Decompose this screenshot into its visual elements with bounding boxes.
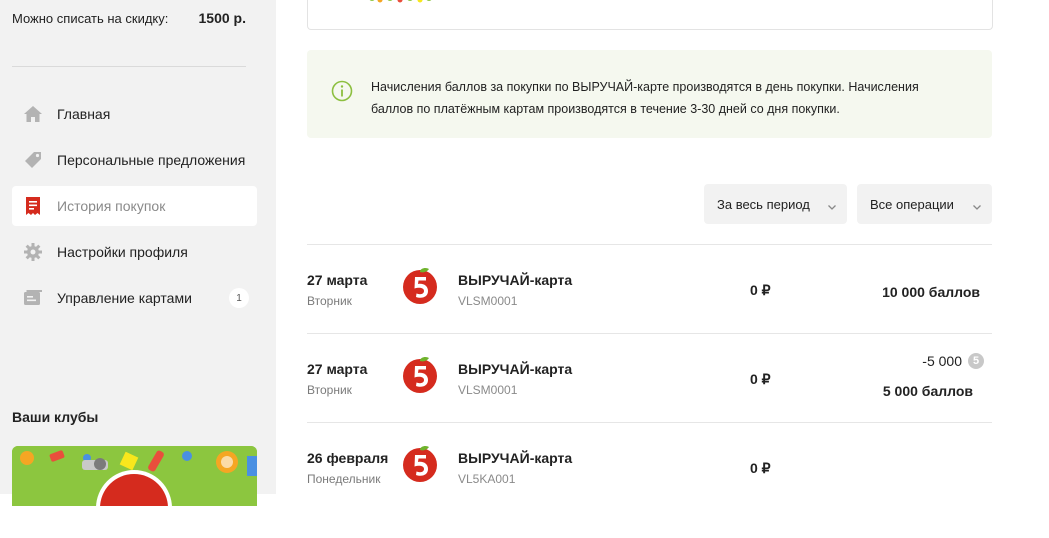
operations-filter-value: Все операции <box>870 196 954 212</box>
row-divider <box>307 422 992 423</box>
promo-card <box>307 0 993 30</box>
discount-label: Можно списать на скидку: <box>12 10 169 26</box>
receipt-icon <box>22 195 44 217</box>
card-number: VLSM0001 <box>458 294 518 308</box>
transaction-weekday: Понедельник <box>307 472 381 486</box>
sidebar-item-label: Персональные предложения <box>57 152 246 168</box>
pyaterochka-logo-icon <box>403 445 437 482</box>
sidebar-item-label: История покупок <box>57 198 166 214</box>
info-text: Начисления баллов за покупки по ВЫРУЧАЙ-… <box>371 80 919 116</box>
pyaterochka-logo-icon <box>403 267 437 304</box>
points-earned: 5 000 баллов <box>882 383 973 399</box>
period-filter-value: За весь период <box>717 196 810 212</box>
transaction-date: 27 марта <box>307 361 368 377</box>
card-number: VLSM0001 <box>458 383 518 397</box>
sidebar-item-settings[interactable]: Настройки профиля <box>12 232 257 272</box>
transaction-date: 26 февраля <box>307 450 389 466</box>
transaction-row[interactable]: 27 марта Вторник ВЫРУЧАЙ-карта VLSM0001 … <box>307 267 992 360</box>
row-divider <box>307 333 992 334</box>
discount-summary: Можно списать на скидку: 1500 р. <box>12 10 246 26</box>
period-filter[interactable]: За весь период <box>704 184 847 224</box>
sidebar-item-offers[interactable]: Персональные предложения <box>12 140 257 180</box>
transaction-row[interactable]: 26 февраля Понедельник ВЫРУЧАЙ-карта VL5… <box>307 445 992 538</box>
club-card-kids[interactable] <box>12 446 257 506</box>
transaction-amount: 0 ₽ <box>750 282 771 298</box>
card-name: ВЫРУЧАЙ-карта <box>458 450 573 466</box>
home-icon <box>22 103 44 125</box>
sidebar-nav: Главная Персональные предложения История… <box>12 94 257 324</box>
cards-count-badge: 1 <box>229 288 249 308</box>
points-deducted: -5 000 5 <box>922 353 984 369</box>
card-name: ВЫРУЧАЙ-карта <box>458 272 573 288</box>
sidebar-item-label: Главная <box>57 106 111 122</box>
tag-icon <box>22 149 44 171</box>
pyaterochka-logo-icon <box>403 356 437 393</box>
sidebar-item-cards[interactable]: Управление картами 1 <box>12 278 257 318</box>
sidebar-item-label: Настройки профиля <box>57 244 188 260</box>
discount-value: 1500 р. <box>198 10 246 26</box>
sidebar-item-label: Управление картами <box>57 290 192 306</box>
card-name: ВЫРУЧАЙ-карта <box>458 361 573 377</box>
card-number: VL5KA001 <box>458 472 516 486</box>
transaction-weekday: Вторник <box>307 294 352 308</box>
info-icon <box>331 80 353 107</box>
gear-icon <box>22 241 44 263</box>
points-deducted-value: -5 000 <box>922 353 962 369</box>
cards-icon <box>22 287 44 309</box>
sidebar: Можно списать на скидку: 1500 р. Главная… <box>0 0 276 506</box>
sidebar-item-history[interactable]: История покупок <box>12 186 257 226</box>
transaction-date: 27 марта <box>307 272 368 288</box>
sidebar-divider <box>12 66 246 67</box>
info-banner: Начисления баллов за покупки по ВЫРУЧАЙ-… <box>307 50 992 138</box>
transaction-weekday: Вторник <box>307 383 352 397</box>
chevron-down-icon <box>972 199 982 214</box>
operations-filter[interactable]: Все операции <box>857 184 992 224</box>
transaction-amount: 0 ₽ <box>750 371 771 387</box>
chevron-down-icon <box>827 199 837 214</box>
clubs-title: Ваши клубы <box>12 409 99 425</box>
row-divider <box>307 244 992 245</box>
points-coin-icon: 5 <box>968 353 984 369</box>
points-earned: 10 000 баллов <box>882 284 980 300</box>
sidebar-item-home[interactable]: Главная <box>12 94 257 134</box>
transaction-row[interactable]: 27 марта Вторник ВЫРУЧАЙ-карта VLSM0001 … <box>307 353 992 449</box>
transaction-amount: 0 ₽ <box>750 460 771 476</box>
